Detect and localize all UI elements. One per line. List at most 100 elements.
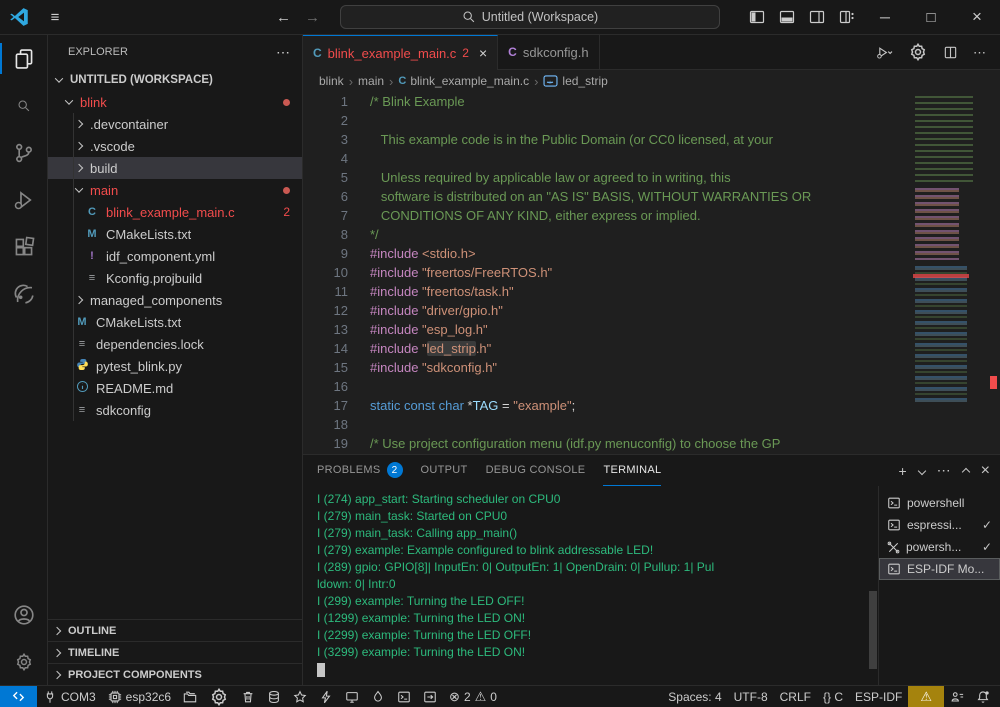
- status-remote[interactable]: [0, 686, 37, 707]
- status-monitor[interactable]: [339, 686, 365, 707]
- section-outline[interactable]: OUTLINE: [48, 619, 302, 641]
- terminal-scrollbar[interactable]: [868, 486, 878, 685]
- layout-sidebar-right-icon[interactable]: [802, 0, 832, 34]
- layout-customize-icon[interactable]: [832, 0, 862, 34]
- tree-item-sdkconfig[interactable]: ≡sdkconfig: [48, 399, 302, 421]
- tree-item-blink[interactable]: blink: [48, 91, 302, 113]
- code-token: #include: [370, 284, 422, 299]
- command-center-search[interactable]: Untitled (Workspace): [340, 5, 720, 29]
- terminal-dropdown-icon[interactable]: [917, 466, 925, 474]
- indent-guide: [73, 113, 74, 421]
- back-arrow-icon[interactable]: ←: [276, 9, 291, 26]
- code-text: #include "freertos/FreeRTOS.h": [348, 263, 552, 282]
- status-run-command[interactable]: [417, 686, 443, 707]
- feedback-icon: [950, 690, 964, 704]
- minimap[interactable]: [911, 96, 987, 408]
- status-erase-flash[interactable]: [261, 686, 287, 707]
- editor-action-ellipsis-icon[interactable]: ⋯: [973, 46, 986, 59]
- tree-item-idf-component-yml[interactable]: !idf_component.yml: [48, 245, 302, 267]
- line-number: 2: [303, 111, 348, 130]
- code-editor[interactable]: 1/* Blink Example23 This example code is…: [303, 92, 1000, 454]
- minimize-button[interactable]: ─: [862, 0, 908, 34]
- tree-item-cmakelists-txt[interactable]: MCMakeLists.txt: [48, 311, 302, 333]
- scrollbar-thumb[interactable]: [869, 591, 877, 669]
- tree-item-main[interactable]: main: [48, 179, 302, 201]
- line-number: 10: [303, 263, 348, 282]
- breadcrumb-item-blink[interactable]: blink: [319, 74, 344, 88]
- panel-tab-problems[interactable]: PROBLEMS2: [317, 455, 403, 486]
- status-language-mode[interactable]: {} C: [817, 686, 849, 707]
- status-menuconfig[interactable]: [203, 686, 235, 707]
- section-project-components[interactable]: PROJECT COMPONENTS: [48, 663, 302, 685]
- tree-item-devcontainer[interactable]: .devcontainer: [48, 113, 302, 135]
- terminal-session-esp-idf-mo[interactable]: ESP-IDF Mo...: [879, 558, 1000, 580]
- activity-item-extensions[interactable]: [0, 223, 47, 270]
- status-indentation[interactable]: Spaces: 4: [662, 686, 727, 707]
- editor-action-split-editor-icon[interactable]: [943, 45, 958, 60]
- tree-item-blink-example-main-c[interactable]: Cblink_example_main.c2: [48, 201, 302, 223]
- panel-tab-terminal[interactable]: TERMINAL: [603, 455, 661, 486]
- status-encoding[interactable]: UTF-8: [728, 686, 774, 707]
- terminal-session-powersh[interactable]: powersh...✓: [879, 536, 1000, 558]
- activity-item-search[interactable]: [0, 82, 47, 129]
- more-actions-icon[interactable]: ⋯: [276, 44, 290, 61]
- terminal-session-powershell[interactable]: powershell: [879, 492, 1000, 514]
- tree-item-kconfig-projbuild[interactable]: ≡Kconfig.projbuild: [48, 267, 302, 289]
- terminal-session-espressi[interactable]: espressi...✓: [879, 514, 1000, 536]
- terminal-output[interactable]: I (274) app_start: Starting scheduler on…: [303, 486, 868, 685]
- status-problems[interactable]: ⊗2⚠0: [443, 686, 503, 707]
- close-button[interactable]: ×: [954, 0, 1000, 34]
- status-device-target[interactable]: esp32c6: [102, 686, 177, 707]
- activity-item-run-debug[interactable]: [0, 176, 47, 223]
- close-panel-icon[interactable]: ×: [981, 462, 990, 480]
- line-number: 19: [303, 434, 348, 453]
- panel-tab-output[interactable]: OUTPUT: [421, 455, 468, 486]
- editor-action-gear-icon[interactable]: [908, 42, 928, 62]
- tab-sdkconfig-h[interactable]: Csdkconfig.h: [498, 35, 599, 69]
- maximize-button[interactable]: □: [908, 0, 954, 34]
- breadcrumb-item-main[interactable]: main: [358, 74, 384, 88]
- tree-item-dependencies-lock[interactable]: ≡dependencies.lock: [48, 333, 302, 355]
- forward-arrow-icon[interactable]: →: [305, 9, 320, 26]
- activity-item-gear[interactable]: [0, 638, 47, 685]
- layout-sidebar-icon[interactable]: [742, 0, 772, 34]
- new-terminal-icon[interactable]: +: [898, 463, 906, 479]
- status-full-clean[interactable]: [235, 686, 261, 707]
- maximize-panel-icon[interactable]: [961, 468, 969, 476]
- tree-item-cmakelists-txt[interactable]: MCMakeLists.txt: [48, 223, 302, 245]
- layout-panel-icon[interactable]: [772, 0, 802, 34]
- status-serial-port[interactable]: COM3: [37, 686, 102, 707]
- tab-blink-example-main-c[interactable]: Cblink_example_main.c2×: [303, 35, 498, 70]
- section-timeline[interactable]: TIMELINE: [48, 641, 302, 663]
- status-qemu[interactable]: [287, 686, 313, 707]
- panel-more-icon[interactable]: ⋯: [937, 462, 951, 479]
- close-tab-icon[interactable]: ×: [479, 45, 487, 61]
- menu-icon[interactable]: ≡: [38, 9, 72, 26]
- code-line: 4: [303, 149, 1000, 168]
- activity-item-espressif[interactable]: [0, 270, 47, 317]
- activity-item-source-control[interactable]: [0, 129, 47, 176]
- status-eol[interactable]: CRLF: [774, 686, 817, 707]
- tree-item-readme-md[interactable]: README.md: [48, 377, 302, 399]
- breadcrumb-item-blink-example-main-c[interactable]: Cblink_example_main.c: [398, 74, 529, 88]
- tree-item-untitled-workspace[interactable]: UNTITLED (WORKSPACE): [48, 69, 302, 91]
- overview-ruler[interactable]: [988, 92, 1000, 454]
- status-esp-idf[interactable]: ESP-IDF: [849, 686, 908, 707]
- breadcrumb-item-led-strip[interactable]: led_strip: [543, 74, 607, 88]
- panel-tab-debug-console[interactable]: DEBUG CONSOLE: [486, 455, 586, 486]
- tree-item-build[interactable]: build: [48, 157, 302, 179]
- activity-item-files[interactable]: [0, 35, 47, 82]
- status-build-flash-monitor[interactable]: [365, 686, 391, 707]
- chevron-down-icon: [65, 96, 73, 104]
- activity-item-account[interactable]: [0, 591, 47, 638]
- status-notifications[interactable]: [970, 686, 996, 707]
- tree-item-managed-components[interactable]: managed_components: [48, 289, 302, 311]
- editor-action-run-dropdown-icon[interactable]: [876, 45, 893, 60]
- status-flash[interactable]: [313, 686, 339, 707]
- status-idf-terminal[interactable]: [391, 686, 417, 707]
- status-project-folder[interactable]: [177, 686, 203, 707]
- status-feedback[interactable]: [944, 686, 970, 707]
- tree-item-vscode[interactable]: .vscode: [48, 135, 302, 157]
- tree-item-pytest-blink-py[interactable]: pytest_blink.py: [48, 355, 302, 377]
- status-warning-status[interactable]: ⚠: [908, 686, 944, 707]
